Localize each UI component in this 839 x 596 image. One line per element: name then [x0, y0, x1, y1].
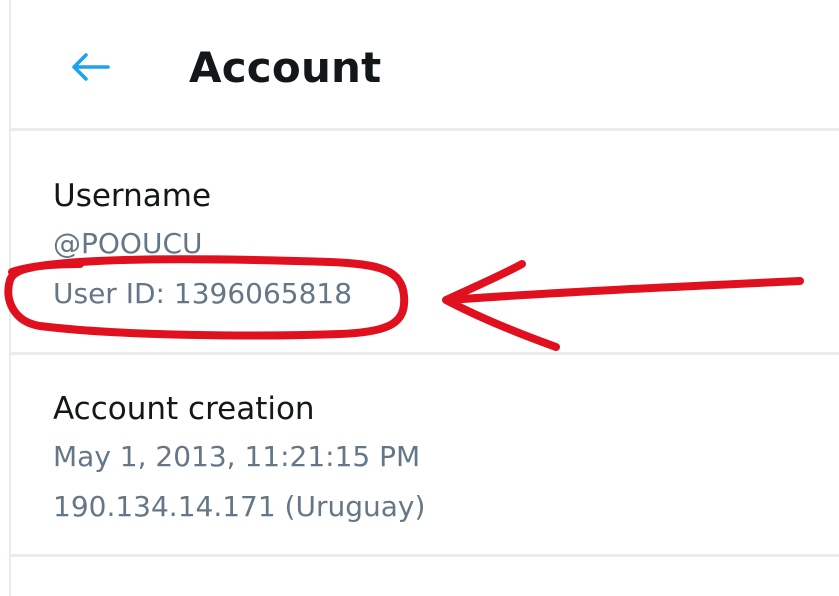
- red-arrow-head: [442, 260, 560, 351]
- red-arrow-shaft: [444, 277, 804, 304]
- account-creation-ip: 190.134.14.171 (Uruguay): [53, 490, 426, 523]
- account-settings-page: Account Username @POOUCU User ID: 139606…: [0, 0, 839, 596]
- arrow-left-icon: [72, 53, 110, 81]
- back-button[interactable]: [62, 44, 118, 90]
- header-divider: [9, 128, 839, 131]
- account-creation-date: May 1, 2013, 11:21:15 PM: [53, 440, 421, 473]
- user-id: User ID: 1396065818: [53, 277, 353, 310]
- page-header: Account: [0, 0, 839, 130]
- account-creation-label: Account creation: [53, 391, 315, 427]
- section-divider: [9, 554, 839, 557]
- section-divider: [9, 352, 839, 355]
- page-title: Account: [189, 43, 382, 92]
- username-label: Username: [53, 178, 212, 214]
- username-handle: @POOUCU: [53, 227, 203, 260]
